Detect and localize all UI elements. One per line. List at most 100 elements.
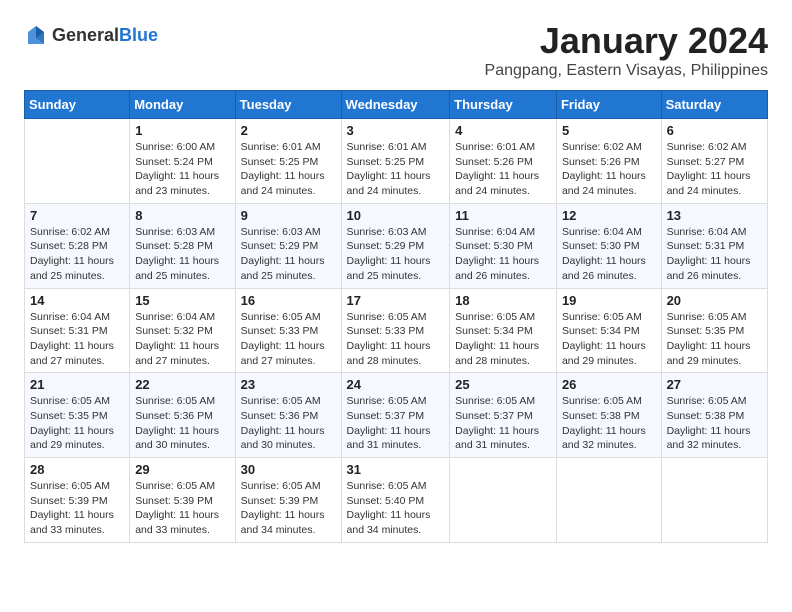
logo-blue: Blue (119, 25, 158, 45)
day-info: Sunrise: 6:04 AMSunset: 5:30 PMDaylight:… (562, 225, 656, 284)
calendar-week-row: 28 Sunrise: 6:05 AMSunset: 5:39 PMDayligh… (25, 458, 768, 543)
column-header-friday: Friday (556, 91, 661, 119)
calendar-cell: 18 Sunrise: 6:05 AMSunset: 5:34 PMDayligh… (450, 288, 557, 373)
calendar-cell: 29 Sunrise: 6:05 AMSunset: 5:39 PMDayligh… (130, 458, 235, 543)
day-info: Sunrise: 6:02 AMSunset: 5:28 PMDaylight:… (30, 225, 124, 284)
day-number: 12 (562, 208, 656, 223)
calendar-cell (661, 458, 767, 543)
column-header-sunday: Sunday (25, 91, 130, 119)
calendar-cell: 9Sunrise: 6:03 AMSunset: 5:29 PMDaylight… (235, 203, 341, 288)
day-info: Sunrise: 6:01 AMSunset: 5:25 PMDaylight:… (347, 140, 445, 199)
calendar-cell: 16 Sunrise: 6:05 AMSunset: 5:33 PMDayligh… (235, 288, 341, 373)
day-info: Sunrise: 6:05 AMSunset: 5:35 PMDaylight:… (667, 310, 762, 369)
day-number: 4 (455, 123, 551, 138)
calendar-table: SundayMondayTuesdayWednesdayThursdayFrid… (24, 90, 768, 543)
day-info: Sunrise: 6:05 AMSunset: 5:34 PMDaylight:… (562, 310, 656, 369)
calendar-cell: 27 Sunrise: 6:05 AMSunset: 5:38 PMDayligh… (661, 373, 767, 458)
day-info: Sunrise: 6:05 AMSunset: 5:33 PMDaylight:… (241, 310, 336, 369)
calendar-week-row: 7 Sunrise: 6:02 AMSunset: 5:28 PMDaylight… (25, 203, 768, 288)
calendar-cell: 5Sunrise: 6:02 AMSunset: 5:26 PMDaylight… (556, 119, 661, 204)
day-info: Sunrise: 6:01 AMSunset: 5:26 PMDaylight:… (455, 140, 551, 199)
day-number: 7 (30, 208, 124, 223)
calendar-cell: 12 Sunrise: 6:04 AMSunset: 5:30 PMDayligh… (556, 203, 661, 288)
calendar-cell: 30 Sunrise: 6:05 AMSunset: 5:39 PMDayligh… (235, 458, 341, 543)
logo-general: General (52, 25, 119, 45)
day-info: Sunrise: 6:03 AMSunset: 5:29 PMDaylight:… (241, 225, 336, 284)
day-info: Sunrise: 6:04 AMSunset: 5:31 PMDaylight:… (30, 310, 124, 369)
location-title: Pangpang, Eastern Visayas, Philippines (485, 62, 768, 80)
calendar-cell: 11 Sunrise: 6:04 AMSunset: 5:30 PMDayligh… (450, 203, 557, 288)
day-number: 31 (347, 462, 445, 477)
day-info: Sunrise: 6:05 AMSunset: 5:34 PMDaylight:… (455, 310, 551, 369)
day-info: Sunrise: 6:02 AMSunset: 5:26 PMDaylight:… (562, 140, 656, 199)
calendar-cell: 19 Sunrise: 6:05 AMSunset: 5:34 PMDayligh… (556, 288, 661, 373)
calendar-cell: 22 Sunrise: 6:05 AMSunset: 5:36 PMDayligh… (130, 373, 235, 458)
day-info: Sunrise: 6:03 AMSunset: 5:29 PMDaylight:… (347, 225, 445, 284)
column-header-wednesday: Wednesday (341, 91, 450, 119)
day-number: 16 (241, 293, 336, 308)
day-info: Sunrise: 6:05 AMSunset: 5:36 PMDaylight:… (135, 394, 229, 453)
day-number: 11 (455, 208, 551, 223)
calendar-cell: 7 Sunrise: 6:02 AMSunset: 5:28 PMDaylight… (25, 203, 130, 288)
day-number: 24 (347, 377, 445, 392)
day-number: 23 (241, 377, 336, 392)
column-header-thursday: Thursday (450, 91, 557, 119)
calendar-week-row: 14 Sunrise: 6:04 AMSunset: 5:31 PMDayligh… (25, 288, 768, 373)
title-area: January 2024 Pangpang, Eastern Visayas, … (485, 20, 768, 80)
day-number: 8 (135, 208, 229, 223)
calendar-cell: 15Sunrise: 6:04 AMSunset: 5:32 PMDayligh… (130, 288, 235, 373)
calendar-cell: 3 Sunrise: 6:01 AMSunset: 5:25 PMDaylight… (341, 119, 450, 204)
day-info: Sunrise: 6:05 AMSunset: 5:38 PMDaylight:… (667, 394, 762, 453)
calendar-cell: 26Sunrise: 6:05 AMSunset: 5:38 PMDayligh… (556, 373, 661, 458)
day-number: 14 (30, 293, 124, 308)
calendar-cell: 13 Sunrise: 6:04 AMSunset: 5:31 PMDayligh… (661, 203, 767, 288)
calendar-cell (556, 458, 661, 543)
calendar-cell (450, 458, 557, 543)
day-info: Sunrise: 6:05 AMSunset: 5:36 PMDaylight:… (241, 394, 336, 453)
calendar-week-row: 1 Sunrise: 6:00 AMSunset: 5:24 PMDaylight… (25, 119, 768, 204)
day-number: 22 (135, 377, 229, 392)
day-info: Sunrise: 6:05 AMSunset: 5:33 PMDaylight:… (347, 310, 445, 369)
day-info: Sunrise: 6:05 AMSunset: 5:37 PMDaylight:… (347, 394, 445, 453)
day-info: Sunrise: 6:05 AMSunset: 5:39 PMDaylight:… (241, 479, 336, 538)
day-info: Sunrise: 6:00 AMSunset: 5:24 PMDaylight:… (135, 140, 229, 199)
day-number: 3 (347, 123, 445, 138)
logo: GeneralBlue (24, 24, 158, 48)
day-number: 27 (667, 377, 762, 392)
day-number: 17 (347, 293, 445, 308)
column-header-tuesday: Tuesday (235, 91, 341, 119)
day-number: 29 (135, 462, 229, 477)
month-title: January 2024 (485, 20, 768, 62)
calendar-cell: 21Sunrise: 6:05 AMSunset: 5:35 PMDayligh… (25, 373, 130, 458)
calendar-cell: 20 Sunrise: 6:05 AMSunset: 5:35 PMDayligh… (661, 288, 767, 373)
day-info: Sunrise: 6:02 AMSunset: 5:27 PMDaylight:… (667, 140, 762, 199)
calendar-cell: 8Sunrise: 6:03 AMSunset: 5:28 PMDaylight… (130, 203, 235, 288)
calendar-cell: 28 Sunrise: 6:05 AMSunset: 5:39 PMDayligh… (25, 458, 130, 543)
day-number: 1 (135, 123, 229, 138)
day-number: 20 (667, 293, 762, 308)
calendar-header-row: SundayMondayTuesdayWednesdayThursdayFrid… (25, 91, 768, 119)
header: GeneralBlue January 2024 Pangpang, Easte… (24, 20, 768, 80)
day-info: Sunrise: 6:04 AMSunset: 5:31 PMDaylight:… (667, 225, 762, 284)
day-info: Sunrise: 6:05 AMSunset: 5:37 PMDaylight:… (455, 394, 551, 453)
day-info: Sunrise: 6:05 AMSunset: 5:35 PMDaylight:… (30, 394, 124, 453)
calendar-week-row: 21Sunrise: 6:05 AMSunset: 5:35 PMDayligh… (25, 373, 768, 458)
day-info: Sunrise: 6:05 AMSunset: 5:39 PMDaylight:… (30, 479, 124, 538)
day-info: Sunrise: 6:04 AMSunset: 5:32 PMDaylight:… (135, 310, 229, 369)
column-header-monday: Monday (130, 91, 235, 119)
calendar-cell: 2Sunrise: 6:01 AMSunset: 5:25 PMDaylight… (235, 119, 341, 204)
calendar-cell (25, 119, 130, 204)
day-number: 18 (455, 293, 551, 308)
general-blue-icon (24, 24, 48, 48)
calendar-cell: 6Sunrise: 6:02 AMSunset: 5:27 PMDaylight… (661, 119, 767, 204)
day-number: 26 (562, 377, 656, 392)
day-info: Sunrise: 6:04 AMSunset: 5:30 PMDaylight:… (455, 225, 551, 284)
day-number: 30 (241, 462, 336, 477)
day-number: 2 (241, 123, 336, 138)
day-number: 19 (562, 293, 656, 308)
day-info: Sunrise: 6:05 AMSunset: 5:39 PMDaylight:… (135, 479, 229, 538)
day-number: 13 (667, 208, 762, 223)
day-number: 28 (30, 462, 124, 477)
calendar-cell: 23 Sunrise: 6:05 AMSunset: 5:36 PMDayligh… (235, 373, 341, 458)
column-header-saturday: Saturday (661, 91, 767, 119)
